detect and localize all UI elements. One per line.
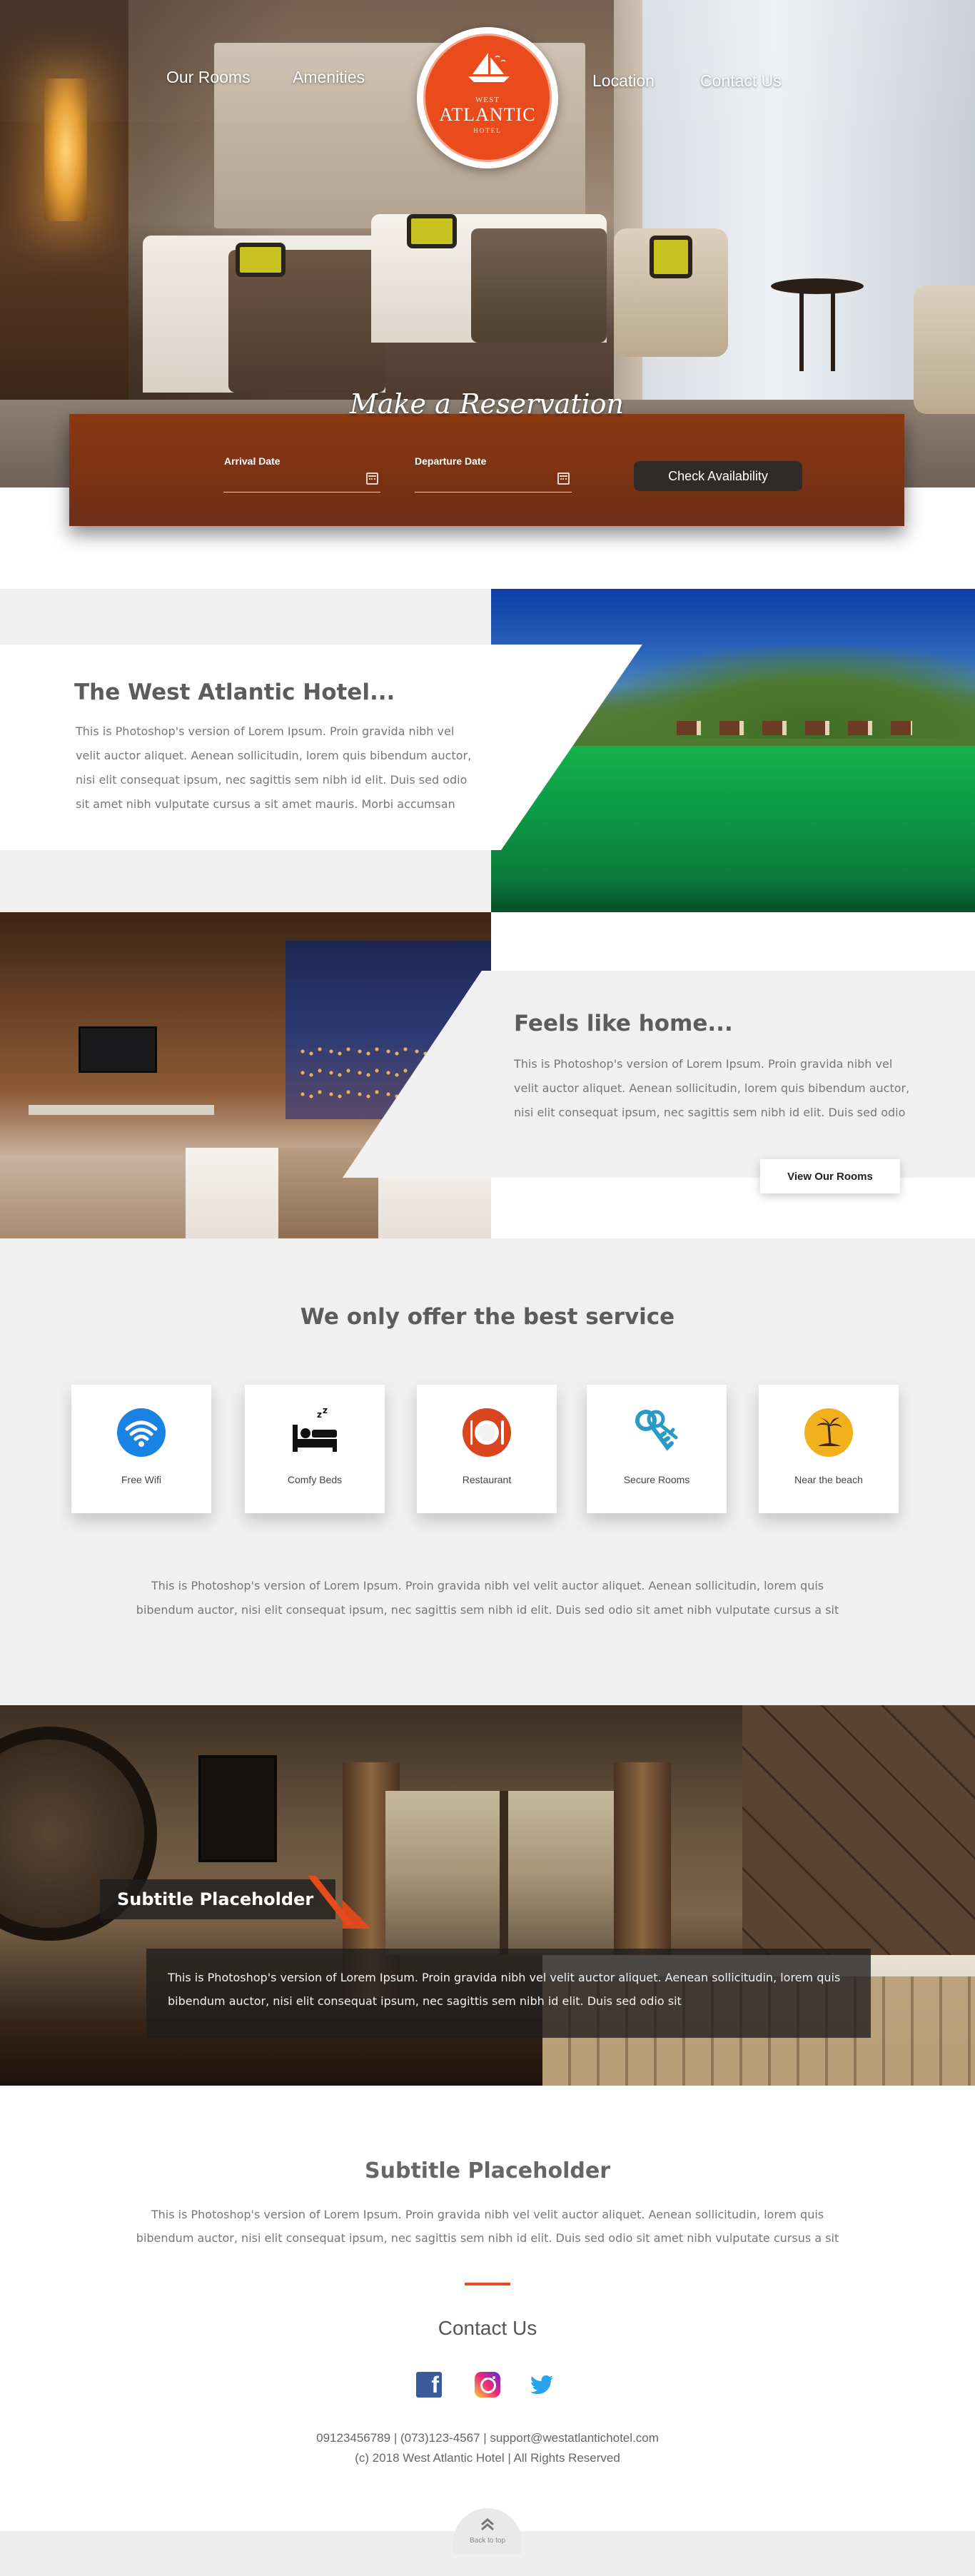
departure-date-input[interactable] [415, 471, 572, 493]
room-subtitle: Subtitle Placeholder [100, 1879, 335, 1919]
logo-name: ATLANTIC [439, 104, 536, 125]
services-section: We only offer the best service Free Wifi… [0, 1238, 975, 1705]
service-card-beds[interactable]: z z Comfy Beds [245, 1385, 385, 1513]
hotel-logo[interactable]: WEST ATLANTIC HOTEL [417, 27, 558, 168]
calendar-icon[interactable] [557, 473, 570, 485]
twitter-icon[interactable] [529, 2372, 555, 2398]
instagram-icon[interactable] [475, 2372, 500, 2398]
hero-pillow [650, 236, 692, 278]
arrival-date-label: Arrival Date [224, 455, 281, 467]
wifi-icon [117, 1408, 166, 1457]
svg-text:z: z [317, 1410, 322, 1420]
bed-icon: z z [293, 1408, 337, 1452]
hero-bed-throw [471, 228, 607, 343]
view-our-rooms-button[interactable]: View Our Rooms [760, 1159, 900, 1193]
lagoon-water [491, 746, 975, 912]
contact-title: Contact Us [438, 2317, 537, 2339]
room-text-box: This is Photoshop's version of Lorem Ips… [146, 1949, 871, 2038]
quilted-wall [742, 1705, 975, 1991]
nav-amenities[interactable]: Amenities [293, 68, 365, 87]
beach-icon [804, 1408, 853, 1457]
nav-contact-us[interactable]: Contact Us [700, 71, 782, 91]
hero-armchair [914, 286, 975, 414]
copyright-text: (c) 2018 West Atlantic Hotel | All Right… [355, 2451, 620, 2465]
chevron-up-icon [481, 2518, 494, 2531]
calendar-icon[interactable] [366, 473, 378, 485]
restaurant-icon [463, 1408, 511, 1457]
sailboat-icon [468, 53, 510, 82]
keys-icon [635, 1410, 678, 1451]
hero-side-table-base [799, 293, 835, 371]
footer-accent-line [465, 2283, 510, 2285]
service-label: Restaurant [462, 1474, 512, 1485]
home-text: This is Photoshop's version of Lorem Ips… [514, 1057, 910, 1119]
services-title: We only offer the best service [300, 1304, 675, 1330]
hero-pillow [236, 243, 286, 277]
beach-huts [677, 721, 912, 735]
nav-our-rooms[interactable]: Our Rooms [166, 68, 251, 87]
wall-tv [198, 1755, 277, 1862]
back-to-top-label: Back to top [469, 2537, 506, 2545]
nav-location[interactable]: Location [592, 71, 655, 91]
reservation-panel: Make a Reservation Arrival Date Departur… [69, 388, 904, 526]
services-text: This is Photoshop's version of Lorem Ips… [136, 1579, 839, 1617]
home-title: Feels like home... [514, 1011, 733, 1036]
svg-text:z: z [323, 1408, 328, 1415]
service-card-beach[interactable]: Near the beach [759, 1385, 899, 1513]
departure-date-label: Departure Date [415, 455, 487, 467]
back-to-top-button[interactable]: Back to top [453, 2508, 522, 2554]
hero-side-table [771, 278, 864, 294]
reservation-title: Make a Reservation [349, 388, 625, 420]
service-card-restaurant[interactable]: Restaurant [417, 1385, 557, 1513]
service-label: Free Wifi [121, 1474, 161, 1485]
check-availability-button[interactable]: Check Availability [634, 461, 802, 491]
service-label: Secure Rooms [623, 1474, 690, 1485]
about-text: This is Photoshop's version of Lorem Ips… [76, 724, 472, 811]
arrival-date-input[interactable] [223, 471, 380, 493]
contact-phones-email: 09123456789 | (073)123-4567 | support@we… [316, 2431, 659, 2445]
hero-pillow [407, 214, 457, 248]
about-title: The West Atlantic Hotel... [74, 680, 395, 705]
service-label: Near the beach [794, 1474, 863, 1485]
about-section: The West Atlantic Hotel... This is Photo… [0, 589, 975, 912]
logo-sub-text: HOTEL [473, 127, 502, 134]
facebook-icon[interactable]: f [416, 2372, 442, 2398]
footer-title: Subtitle Placeholder [365, 2158, 610, 2183]
logo-badge: WEST ATLANTIC HOTEL [423, 34, 552, 162]
logo-top-text: WEST [475, 96, 500, 104]
service-label: Comfy Beds [287, 1474, 343, 1485]
room-desk [29, 1105, 214, 1115]
room-tv [79, 1026, 157, 1073]
footer-text: This is Photoshop's version of Lorem Ips… [136, 2208, 839, 2245]
service-card-secure[interactable]: Secure Rooms [587, 1385, 727, 1513]
room-text: This is Photoshop's version of Lorem Ips… [168, 1971, 841, 2008]
room-window [385, 1791, 621, 1955]
service-card-wifi[interactable]: Free Wifi [71, 1385, 211, 1513]
